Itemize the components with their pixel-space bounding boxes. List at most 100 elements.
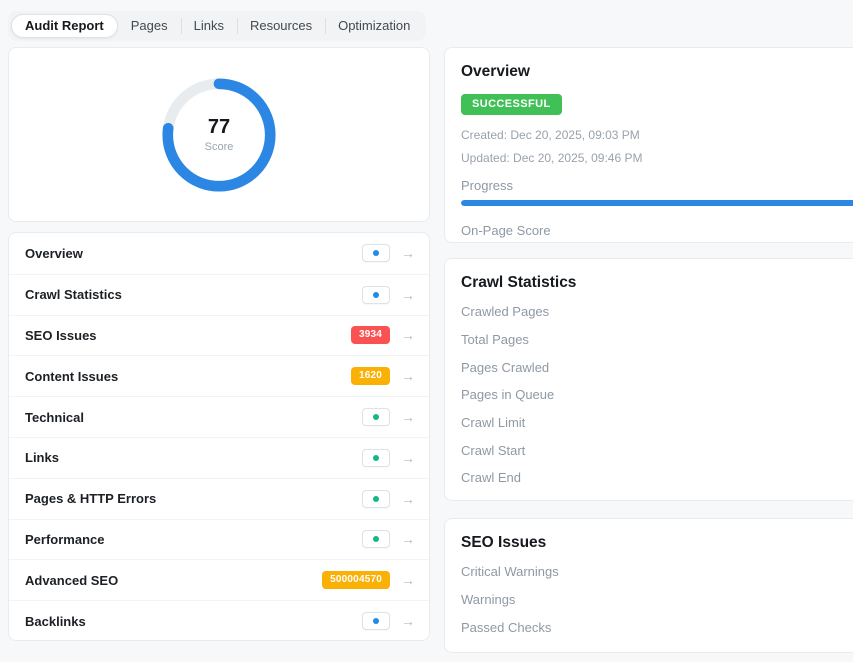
tab-audit-report[interactable]: Audit Report: [11, 14, 118, 38]
crawl-statistics-rows: Crawled Pages Total Pages Pages Crawled Pag…: [461, 298, 853, 492]
list-item-overview[interactable]: Overview →: [9, 233, 429, 274]
status-dot: [373, 618, 379, 624]
seo-issues-rows: Critical Warnings Warnings Passed Checks: [461, 558, 853, 641]
arrow-right-icon[interactable]: →: [401, 328, 415, 342]
section-list: Overview → Crawl Statistics → SEO Issues 3934…: [9, 233, 429, 641]
status-dot-badge: [362, 530, 390, 548]
arrow-right-icon[interactable]: →: [401, 492, 415, 506]
row-right: →: [362, 408, 415, 426]
list-item-technical[interactable]: Technical →: [9, 396, 429, 437]
stat-row-label: Warnings: [461, 592, 515, 607]
audit-report-page: { "tabs": [ { "label": "Audit Report", "…: [0, 0, 853, 662]
list-item-advanced-seo[interactable]: Advanced SEO 500004570 →: [9, 559, 429, 600]
row-right: →: [362, 612, 415, 630]
status-dot-badge: [362, 490, 390, 508]
tab-pages[interactable]: Pages: [118, 14, 181, 38]
tab-links[interactable]: Links: [181, 14, 237, 38]
stat-row-crawl-limit: Crawl Limit: [461, 409, 853, 437]
stat-row-crawled-pages: Crawled Pages: [461, 298, 853, 326]
score-donut: 77 Score: [161, 77, 277, 193]
section-label: Advanced SEO: [25, 573, 118, 588]
stat-row-label: Total Pages: [461, 332, 529, 347]
arrow-right-icon[interactable]: →: [401, 573, 415, 587]
score-value: 77: [208, 116, 230, 139]
row-right: 500004570 →: [322, 571, 415, 589]
row-right: →: [362, 286, 415, 304]
stat-row-total-pages: Total Pages: [461, 326, 853, 354]
stat-row-passed-checks: Passed Checks: [461, 613, 853, 641]
status-dot-badge: [362, 408, 390, 426]
stat-row-label: Passed Checks: [461, 620, 551, 635]
stat-row-label: Critical Warnings: [461, 564, 559, 579]
status-dot: [373, 292, 379, 298]
stat-row-crawl-start: Crawl Start: [461, 436, 853, 464]
status-dot-badge: [362, 449, 390, 467]
arrow-right-icon[interactable]: →: [401, 369, 415, 383]
section-label: Crawl Statistics: [25, 287, 122, 302]
section-label: Links: [25, 450, 59, 465]
list-item-content-issues[interactable]: Content Issues 1620 →: [9, 355, 429, 396]
row-right: →: [362, 449, 415, 467]
score-center: 77 Score: [161, 77, 277, 193]
stat-row-warnings: Warnings: [461, 586, 853, 614]
status-dot-badge: [362, 244, 390, 262]
stat-row-label: Pages in Queue: [461, 387, 554, 402]
row-right: 1620 →: [351, 367, 415, 385]
score-label: Score: [205, 141, 234, 153]
status-dot-badge: [362, 612, 390, 630]
stat-row-label: Crawl Limit: [461, 415, 525, 430]
section-label: Content Issues: [25, 369, 118, 384]
status-dot: [373, 496, 379, 502]
stat-row-label: Crawl Start: [461, 443, 525, 458]
status-badge: SUCCESSFUL: [461, 94, 562, 115]
section-label: Overview: [25, 246, 83, 261]
crawl-statistics-title: Crawl Statistics: [461, 274, 853, 292]
status-dot: [373, 536, 379, 542]
status-dot: [373, 414, 379, 420]
stat-row-pages-in-queue: Pages in Queue: [461, 381, 853, 409]
progress-bar-fill: [461, 200, 853, 206]
stat-row-label: Crawl End: [461, 470, 521, 485]
list-item-pages-http-errors[interactable]: Pages & HTTP Errors →: [9, 478, 429, 519]
stat-row-label: Pages Crawled: [461, 360, 549, 375]
section-list-card: Overview → Crawl Statistics → SEO Issues 3934…: [8, 232, 430, 641]
stat-row-pages-crawled: Pages Crawled: [461, 353, 853, 381]
tab-optimization[interactable]: Optimization: [325, 14, 423, 38]
row-right: →: [362, 530, 415, 548]
overview-card: Overview SUCCESSFUL Created: Dec 20, 202…: [444, 47, 853, 243]
section-label: Technical: [25, 410, 84, 425]
arrow-right-icon[interactable]: →: [401, 246, 415, 260]
list-item-crawl-statistics[interactable]: Crawl Statistics →: [9, 274, 429, 315]
onpage-score-label: On-Page Score: [461, 223, 853, 238]
section-label: SEO Issues: [25, 328, 97, 343]
count-badge: 3934: [351, 326, 390, 344]
status-dot: [373, 250, 379, 256]
arrow-right-icon[interactable]: →: [401, 288, 415, 302]
list-item-backlinks[interactable]: Backlinks →: [9, 600, 429, 641]
stat-row-crawl-end: Crawl End: [461, 464, 853, 492]
arrow-right-icon[interactable]: →: [401, 614, 415, 628]
list-item-performance[interactable]: Performance →: [9, 519, 429, 560]
arrow-right-icon[interactable]: →: [401, 532, 415, 546]
status-dot-badge: [362, 286, 390, 304]
arrow-right-icon[interactable]: →: [401, 410, 415, 424]
score-card: 77 Score: [8, 47, 430, 222]
progress-bar: [461, 200, 853, 206]
section-label: Backlinks: [25, 614, 86, 629]
count-badge: 500004570: [322, 571, 390, 589]
arrow-right-icon[interactable]: →: [401, 451, 415, 465]
stat-row-label: Crawled Pages: [461, 304, 549, 319]
section-label: Performance: [25, 532, 104, 547]
report-tabbar: Audit ReportPagesLinksResourcesOptimizat…: [8, 11, 426, 41]
list-item-seo-issues[interactable]: SEO Issues 3934 →: [9, 315, 429, 356]
section-label: Pages & HTTP Errors: [25, 491, 156, 506]
crawl-statistics-card: Crawl Statistics Crawled Pages Total Page…: [444, 258, 853, 501]
updated-timestamp: Updated: Dec 20, 2025, 09:46 PM: [461, 151, 853, 165]
list-item-links[interactable]: Links →: [9, 437, 429, 478]
stat-row-critical-warnings: Critical Warnings: [461, 558, 853, 586]
row-right: 3934 →: [351, 326, 415, 344]
count-badge: 1620: [351, 367, 390, 385]
status-dot: [373, 455, 379, 461]
progress-label: Progress: [461, 178, 853, 193]
tab-resources[interactable]: Resources: [237, 14, 325, 38]
